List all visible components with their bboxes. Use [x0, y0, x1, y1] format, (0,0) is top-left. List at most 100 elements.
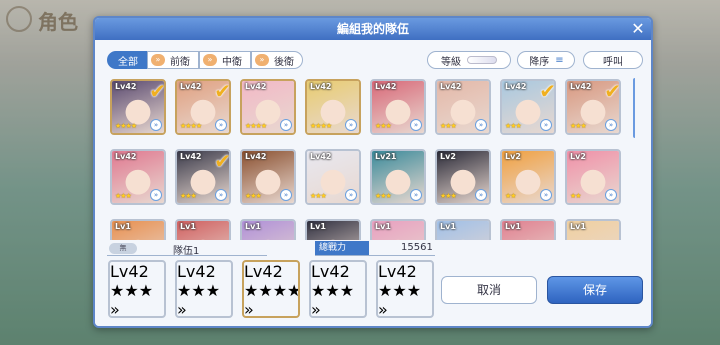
- character-level: Lv2: [440, 152, 456, 161]
- position-icon: »: [540, 119, 552, 131]
- tab-all[interactable]: 全部: [107, 51, 147, 69]
- character-card[interactable]: Lv42 ★★★ »: [110, 149, 166, 205]
- star-rating: ★★★★: [180, 122, 202, 130]
- character-card[interactable]: Lv1»: [110, 219, 166, 240]
- star-rating: ★★★: [375, 192, 392, 200]
- character-card[interactable]: Lv2 ★★ »: [500, 149, 556, 205]
- character-card[interactable]: Lv1»: [435, 219, 491, 240]
- character-card[interactable]: Lv1»: [370, 219, 426, 240]
- character-card[interactable]: Lv2 ★★★ »: [435, 149, 491, 205]
- position-icon: »: [605, 119, 617, 131]
- character-level: Lv42: [505, 82, 527, 91]
- save-button[interactable]: 保存: [547, 276, 643, 304]
- total-power-label: 總戰力: [315, 241, 369, 255]
- position-icon: »: [110, 300, 120, 318]
- star-rating: ★★★: [375, 122, 392, 130]
- position-icon: »: [203, 54, 217, 66]
- character-card[interactable]: Lv42 ★★★ »: [305, 149, 361, 205]
- character-level: Lv42: [375, 82, 397, 91]
- character-level: Lv1: [310, 222, 326, 231]
- character-level: Lv42: [245, 152, 267, 161]
- position-filter-tabs: 全部 » 前衛 » 中衛 » 後衛: [107, 51, 303, 69]
- position-icon: »: [255, 54, 269, 66]
- party-badge: 無: [109, 243, 137, 254]
- star-rating: ★★★★: [244, 281, 300, 300]
- position-icon: »: [215, 189, 227, 201]
- star-rating: ★★★: [180, 192, 197, 200]
- selected-check-icon: ✔: [214, 149, 231, 173]
- tab-front-label: 前衛: [170, 56, 190, 68]
- tab-back[interactable]: » 後衛: [251, 51, 303, 69]
- position-icon: »: [410, 189, 422, 201]
- character-level: Lv1: [115, 222, 131, 231]
- position-icon: »: [151, 54, 165, 66]
- tab-middle[interactable]: » 中衛: [199, 51, 251, 69]
- close-icon[interactable]: ✕: [627, 19, 649, 39]
- dialog-title: 編組我的隊伍: [95, 18, 651, 40]
- character-card[interactable]: Lv1»: [240, 219, 296, 240]
- character-level: Lv42: [115, 152, 137, 161]
- character-level: Lv42: [115, 82, 137, 91]
- party-member-slot[interactable]: Lv42 ★★★»: [376, 260, 434, 318]
- star-rating: ★★★: [115, 192, 132, 200]
- party-member-slot[interactable]: Lv42 ★★★»: [309, 260, 367, 318]
- character-card[interactable]: Lv42 ★★★★ » ✔: [110, 79, 166, 135]
- character-card[interactable]: Lv21 ★★★ »: [370, 149, 426, 205]
- star-rating: ★★★: [505, 122, 522, 130]
- position-icon: »: [215, 119, 227, 131]
- character-card[interactable]: Lv42 ★★★ » ✔: [175, 149, 231, 205]
- character-card[interactable]: Lv1»: [305, 219, 361, 240]
- character-level: Lv42: [245, 82, 267, 91]
- star-rating: ★★: [570, 192, 582, 200]
- star-rating: ★★★: [440, 192, 457, 200]
- character-level: Lv1: [570, 222, 586, 231]
- character-card[interactable]: Lv42 ★★★ »: [370, 79, 426, 135]
- character-level: Lv42: [440, 82, 462, 91]
- character-card[interactable]: Lv1»: [565, 219, 621, 240]
- party-edit-dialog: 編組我的隊伍 ✕ 全部 » 前衛 » 中衛 » 後衛 等級 降序 ≡ 呼叫 Lv42 ★…: [93, 16, 653, 328]
- character-level: Lv42: [244, 262, 283, 281]
- position-icon: »: [540, 189, 552, 201]
- character-card[interactable]: Lv42 ★★★★ » ✔: [175, 79, 231, 135]
- cancel-button[interactable]: 取消: [441, 276, 537, 304]
- character-card[interactable]: Lv42 ★★★★ »: [240, 79, 296, 135]
- star-rating: ★★★: [311, 281, 355, 300]
- character-roster-grid[interactable]: Lv42 ★★★★» ✔ Lv42 ★★★★» ✔ Lv42 ★★★★» Lv42 ★★★★» Lv…: [107, 76, 635, 240]
- background-title: 角色: [38, 10, 78, 34]
- party-member-slot[interactable]: Lv42 ★★★»: [175, 260, 233, 318]
- character-card[interactable]: Lv42 ★★★ » ✔: [500, 79, 556, 135]
- character-card[interactable]: Lv1»: [500, 219, 556, 240]
- character-card[interactable]: Lv42 ★★★ » ✔: [565, 79, 621, 135]
- character-card[interactable]: Lv42 ★★★ »: [240, 149, 296, 205]
- position-icon: »: [244, 300, 254, 318]
- menu-logo-icon: [6, 6, 32, 32]
- sort-order-button[interactable]: 降序 ≡: [517, 51, 575, 69]
- character-level: Lv42: [378, 262, 417, 281]
- position-icon: »: [177, 300, 187, 318]
- character-card[interactable]: Lv2 ★★ »: [565, 149, 621, 205]
- star-rating: ★★★: [245, 192, 262, 200]
- character-level: Lv1: [375, 222, 391, 231]
- star-rating: ★★★★: [310, 122, 332, 130]
- character-card[interactable]: Lv1»: [175, 219, 231, 240]
- tab-middle-label: 中衛: [222, 56, 242, 68]
- call-button[interactable]: 呼叫: [583, 51, 643, 69]
- character-level: Lv1: [440, 222, 456, 231]
- position-icon: »: [280, 189, 292, 201]
- position-icon: »: [475, 189, 487, 201]
- power-divider: [315, 255, 435, 256]
- party-member-slot[interactable]: Lv42 ★★★★»: [242, 260, 300, 318]
- character-level: Lv42: [311, 262, 350, 281]
- roster-scrollbar[interactable]: [633, 78, 635, 138]
- position-icon: »: [345, 119, 357, 131]
- character-level: Lv42: [177, 262, 216, 281]
- tab-front[interactable]: » 前衛: [147, 51, 199, 69]
- character-card[interactable]: Lv42 ★★★ »: [435, 79, 491, 135]
- character-card[interactable]: Lv42 ★★★★ »: [305, 79, 361, 135]
- position-icon: »: [150, 189, 162, 201]
- party-member-slot[interactable]: Lv42 ★★★»: [108, 260, 166, 318]
- level-sort-button[interactable]: 等級: [427, 51, 511, 69]
- character-level: Lv1: [245, 222, 261, 231]
- level-sort-label: 等級: [441, 56, 461, 68]
- character-level: Lv1: [180, 222, 196, 231]
